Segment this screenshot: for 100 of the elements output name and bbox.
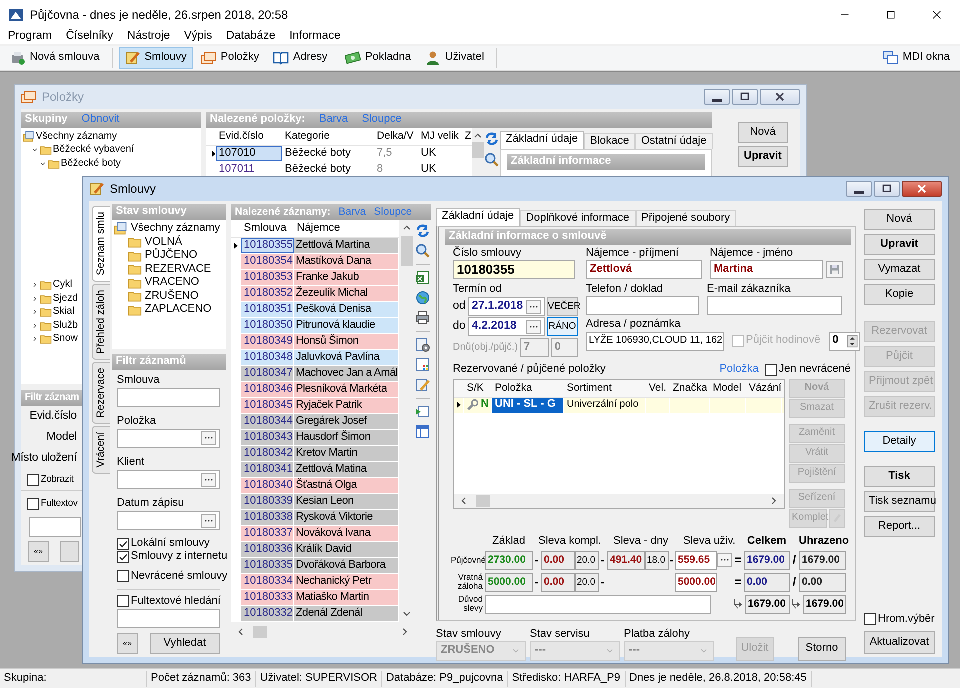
column-header[interactable]: Delka/V: [374, 130, 418, 143]
checkbox[interactable]: [864, 613, 876, 626]
text-field[interactable]: [117, 609, 220, 628]
tab[interactable]: Připojené soubory: [636, 210, 736, 226]
amount-field[interactable]: 559.65: [675, 550, 717, 570]
tab[interactable]: Základní údaje: [500, 131, 584, 149]
text-field[interactable]: LYŽE 106930,CLOUD 11, 162: [586, 332, 724, 351]
time-slot-button[interactable]: RÁNO: [547, 317, 578, 336]
expand-button[interactable]: «»: [117, 633, 138, 654]
toolbar-button[interactable]: Adresy: [267, 47, 338, 69]
menu-item[interactable]: Nástroje: [127, 30, 170, 44]
column-header[interactable]: Položka: [492, 382, 564, 394]
restore-button[interactable]: [732, 89, 758, 105]
search-button[interactable]: [60, 541, 79, 562]
scrollbar-thumb[interactable]: [401, 236, 413, 266]
text-field[interactable]: Zettlová: [586, 260, 702, 280]
tab[interactable]: Seznam smlu: [92, 206, 110, 282]
tab[interactable]: Doplňkové informace: [520, 210, 636, 226]
toolbar-button[interactable]: MDI okna: [876, 47, 956, 69]
column-header[interactable]: Evid.číslo: [216, 130, 282, 143]
tree-item[interactable]: VRACENO: [145, 276, 200, 290]
button[interactable]: Upravit: [864, 234, 935, 255]
toolbar-button[interactable]: Pokladna: [339, 47, 418, 69]
save-button[interactable]: [826, 261, 843, 278]
checkbox[interactable]: [27, 498, 39, 510]
text-field[interactable]: 10180355: [453, 260, 575, 280]
date-value[interactable]: 27.1.2018: [472, 300, 524, 314]
tree-item[interactable]: Běžecké boty: [61, 158, 122, 170]
scrollbar-thumb[interactable]: [253, 626, 267, 638]
column-header[interactable]: Vel.: [646, 382, 670, 394]
amount-field[interactable]: 5000.00: [675, 572, 717, 592]
button[interactable]: Tisk seznamu: [864, 491, 935, 512]
picker-field[interactable]: [117, 428, 220, 448]
expand-button[interactable]: «»: [28, 541, 49, 562]
text-field[interactable]: [29, 517, 81, 537]
tree-item[interactable]: Skial: [53, 306, 75, 318]
tree-item[interactable]: PŮJČENO: [145, 249, 198, 262]
menu-item[interactable]: Výpis: [184, 30, 212, 44]
column-header[interactable]: S/K: [464, 382, 492, 394]
column-header[interactable]: Z: [462, 130, 472, 143]
checkbox[interactable]: [764, 364, 777, 376]
column-header[interactable]: Nájemce: [294, 222, 399, 236]
button[interactable]: Storno: [798, 636, 846, 661]
tab[interactable]: Blokace: [584, 133, 636, 149]
tab[interactable]: Vrácení: [92, 426, 110, 474]
picker-field[interactable]: [117, 511, 220, 530]
more-button[interactable]: [526, 300, 541, 314]
time-slot-button[interactable]: VEČER: [547, 297, 578, 316]
column-header[interactable]: Sortiment: [564, 382, 646, 394]
checkbox[interactable]: [117, 570, 129, 582]
date-field[interactable]: 4.2.2018: [468, 317, 545, 336]
text-field[interactable]: Martina: [710, 260, 823, 280]
refresh-button[interactable]: Aktualizovat: [864, 631, 935, 654]
scrollbar-thumb[interactable]: [476, 494, 490, 507]
more-button[interactable]: [201, 431, 216, 446]
button[interactable]: Vymazat: [864, 259, 935, 280]
more-button[interactable]: [201, 514, 216, 528]
column-header[interactable]: Smlouva: [241, 222, 294, 236]
restore-button[interactable]: [874, 181, 900, 197]
items-link[interactable]: Položka: [720, 363, 759, 377]
checkbox[interactable]: [117, 538, 129, 550]
tab[interactable]: Základní údaje: [436, 208, 520, 226]
column-header[interactable]: MJ velik: [418, 130, 462, 143]
more-button[interactable]: [201, 472, 216, 487]
date-field[interactable]: 27.1.2018: [468, 297, 545, 316]
text-field[interactable]: [117, 388, 220, 407]
attach-button[interactable]: [829, 508, 845, 528]
close-button[interactable]: [902, 181, 942, 197]
scrollbar-thumb[interactable]: [472, 142, 484, 158]
toolbar-button[interactable]: Uživatel: [419, 47, 490, 69]
toolbar-button[interactable]: Nová smlouva: [4, 47, 106, 69]
tree-item[interactable]: Snow: [53, 333, 78, 346]
column-header[interactable]: Značka: [670, 382, 710, 394]
tab[interactable]: Přehled záloh: [92, 284, 110, 360]
tab[interactable]: Rezervace: [92, 362, 110, 424]
menu-item[interactable]: Číselníky: [66, 30, 114, 44]
scrollbar[interactable]: [454, 494, 784, 508]
toolbar-button[interactable]: Položky: [194, 47, 266, 69]
button[interactable]: Report...: [864, 516, 935, 537]
text-field[interactable]: [485, 594, 711, 614]
date-value[interactable]: 4.2.2018: [472, 320, 517, 334]
tree-item[interactable]: Všechny záznamy: [36, 130, 118, 143]
tree-item[interactable]: Služb: [53, 320, 78, 332]
tree-item[interactable]: VOLNÁ: [145, 236, 182, 249]
tab[interactable]: Ostatní údaje: [635, 133, 713, 149]
toolbar-button[interactable]: Smlouvy: [118, 47, 193, 69]
checkbox[interactable]: [117, 595, 129, 608]
close-button[interactable]: [760, 89, 800, 105]
button[interactable]: Nová: [864, 209, 935, 230]
tree-item[interactable]: ZAPLACENO: [145, 303, 212, 316]
more-button[interactable]: [526, 320, 541, 334]
column-header[interactable]: Model: [710, 382, 746, 394]
button[interactable]: Nová: [738, 122, 788, 143]
search-button[interactable]: Vyhledat: [150, 633, 220, 654]
tree-item[interactable]: REZERVACE: [145, 262, 212, 276]
checkbox[interactable]: [27, 474, 39, 486]
tree-item[interactable]: ZRUŠENO: [145, 290, 199, 303]
menu-item[interactable]: Databáze: [226, 30, 276, 44]
tree-item[interactable]: Všechny záznamy: [131, 222, 220, 236]
button[interactable]: Kopie: [864, 284, 935, 305]
